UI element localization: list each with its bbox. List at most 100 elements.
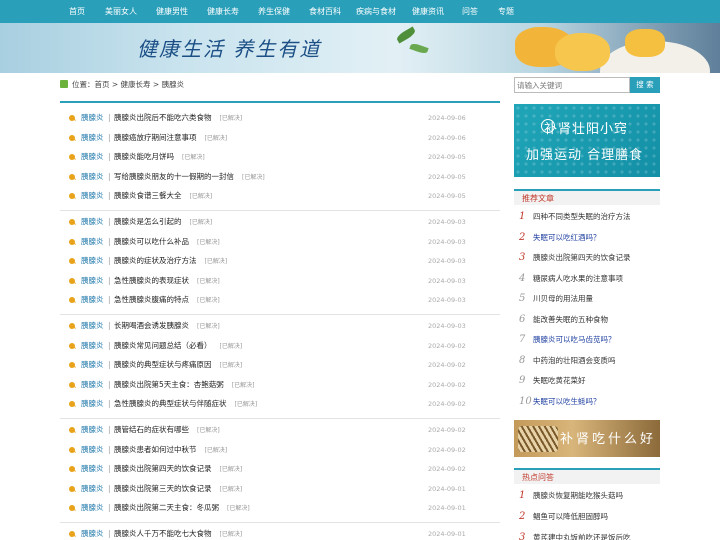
nav-topics[interactable]: 专题 <box>498 0 514 23</box>
article-title[interactable]: 胰腺炎常见问题总结（必看） <box>114 341 212 350</box>
ad-banner-kidney[interactable]: 补肾壮阳小窍 加强运动 合理膳食 <box>514 104 660 177</box>
article-title[interactable]: 急性胰腺炎的典型症状与伴随症状 <box>114 399 227 408</box>
nav-food-encyclopedia[interactable]: 食材百科 <box>309 0 341 23</box>
hot-qa-link[interactable]: 鲳鱼可以降低胆固醇吗 <box>533 507 608 527</box>
nav-health-news[interactable]: 健康资讯 <box>412 0 444 23</box>
recommend-link[interactable]: 能改善失眠的五种食物 <box>533 310 608 330</box>
article-title[interactable]: 胰腺炎出院第5天主食：杏鲍菇粥 <box>114 380 224 389</box>
breadcrumb-text[interactable]: 位置：首页 > 健康长寿 > 胰腺炎 <box>72 80 184 89</box>
rank-number: 2 <box>519 511 526 522</box>
hot-qa-item[interactable]: 2 鲳鱼可以降低胆固醇吗 <box>514 507 660 527</box>
article-title[interactable]: 胰腺炎的症状及治疗方法 <box>114 256 197 265</box>
ad-banner-kidney-food[interactable]: 补肾吃什么好 <box>514 420 660 457</box>
article-category[interactable]: 胰腺炎 <box>81 233 104 251</box>
article-category[interactable]: 胰腺炎 <box>81 421 104 439</box>
article-category[interactable]: 胰腺炎 <box>81 356 104 374</box>
article-status: [已解决] <box>242 173 265 181</box>
article-title[interactable]: 胰腺炎患者如何过中秋节 <box>114 445 197 454</box>
nav-disease-food[interactable]: 疾病与食材 <box>356 0 396 23</box>
recommend-link[interactable]: 失眠吃黄花菜好 <box>533 371 586 391</box>
recommend-item[interactable]: 9 失眠吃黄花菜好 <box>514 371 660 391</box>
article-title-wrap: 胰腺炎是怎么引起的 [已解决] <box>114 213 212 232</box>
article-title[interactable]: 胰腺炎食谱三餐大全 <box>114 191 182 200</box>
article-title[interactable]: 胰腺炎可以吃什么补品 <box>114 237 189 246</box>
separator: | <box>108 256 111 265</box>
search-button[interactable]: 搜 索 <box>630 77 660 93</box>
article-category[interactable]: 胰腺炎 <box>81 148 104 166</box>
article-category[interactable]: 胰腺炎 <box>81 337 104 355</box>
separator: | <box>108 483 111 493</box>
article-category[interactable]: 胰腺炎 <box>81 168 104 186</box>
nav-beauty-women[interactable]: 美丽女人 <box>105 0 137 23</box>
article-title[interactable]: 胰腺炎的典型症状与疼痛原因 <box>114 360 212 369</box>
article-title[interactable]: 胰腺炎能吃月饼吗 <box>114 152 174 161</box>
article-title-wrap: 胰腺炎的症状及治疗方法 [已解决] <box>114 252 227 271</box>
question-icon <box>69 277 75 284</box>
article-title[interactable]: 胰管结石的症状有哪些 <box>114 425 189 434</box>
recommend-item[interactable]: 8 中药泡的壮阳酒会变质吗 <box>514 351 660 371</box>
article-category[interactable]: 胰腺炎 <box>81 499 104 517</box>
article-category[interactable]: 胰腺炎 <box>81 213 104 231</box>
article-row: 胰腺炎 | 急性胰腺炎腹痛的特点 [已解决] 2024-09-03 <box>60 291 500 309</box>
article-date: 2024-09-06 <box>428 133 466 142</box>
recommend-item[interactable]: 6 能改善失眠的五种食物 <box>514 310 660 330</box>
recommend-item[interactable]: 10 失眠可以吃生蚝吗？ <box>514 392 660 412</box>
group-divider <box>60 417 500 419</box>
hot-qa-link[interactable]: 胰腺炎恢复期能吃猴头菇吗 <box>533 486 623 506</box>
article-category[interactable]: 胰腺炎 <box>81 317 104 335</box>
article-category[interactable]: 胰腺炎 <box>81 480 104 498</box>
article-category[interactable]: 胰腺炎 <box>81 441 104 459</box>
search-input[interactable] <box>514 77 630 93</box>
hot-qa-link[interactable]: 黄芪建中丸饭前吃还是饭后吃 <box>533 528 631 540</box>
article-status: [已解决] <box>219 466 243 473</box>
recommend-link[interactable]: 四种不同类型失眠的治疗方法 <box>533 207 631 227</box>
nav-health-care[interactable]: 养生保健 <box>258 0 290 23</box>
article-title-wrap: 胰腺炎出院后不能吃六类食物 [已解决] <box>114 109 242 128</box>
nav-longevity[interactable]: 健康长寿 <box>207 0 239 23</box>
article-date: 2024-09-01 <box>428 484 466 493</box>
article-title[interactable]: 写给胰腺炎朋友的十一假期的一封信 <box>114 172 234 181</box>
article-category[interactable]: 胰腺炎 <box>81 460 104 478</box>
recommend-link[interactable]: 中药泡的壮阳酒会变质吗 <box>533 351 616 371</box>
article-category[interactable]: 胰腺炎 <box>81 376 104 394</box>
recommend-item[interactable]: 5 川贝母的用法用量 <box>514 289 660 309</box>
nav-home[interactable]: 首页 <box>69 0 85 23</box>
article-title[interactable]: 胰腺炎出院第四天的饮食记录 <box>114 464 212 473</box>
article-category[interactable]: 胰腺炎 <box>81 252 104 270</box>
article-category[interactable]: 胰腺炎 <box>81 395 104 413</box>
recommend-link[interactable]: 胰腺炎可以吃马齿苋吗？ <box>533 330 616 350</box>
article-category[interactable]: 胰腺炎 <box>81 187 104 205</box>
article-title[interactable]: 胰腺炎出院后不能吃六类食物 <box>114 113 212 122</box>
separator: | <box>108 275 111 285</box>
hot-qa-item[interactable]: 1 胰腺炎恢复期能吃猴头菇吗 <box>514 486 660 506</box>
article-status: [已解决] <box>182 154 205 161</box>
article-category[interactable]: 胰腺炎 <box>81 291 104 309</box>
recommend-item[interactable]: 1 四种不同类型失眠的治疗方法 <box>514 207 660 227</box>
recommend-link[interactable]: 糖尿病人吃水果的注意事项 <box>533 269 623 289</box>
nav-qa[interactable]: 问答 <box>462 0 478 23</box>
article-category[interactable]: 胰腺炎 <box>81 525 104 540</box>
article-title[interactable]: 急性胰腺炎腹痛的特点 <box>114 295 189 304</box>
article-title[interactable]: 急性胰腺炎的表现症状 <box>114 276 189 285</box>
hot-qa-item[interactable]: 3 黄芪建中丸饭前吃还是饭后吃 <box>514 528 660 540</box>
article-title[interactable]: 长期喝酒会诱发胰腺炎 <box>114 321 189 330</box>
rank-number: 7 <box>519 334 526 345</box>
article-title[interactable]: 胰腺炎是怎么引起的 <box>114 217 182 226</box>
article-status: [已解决] <box>197 277 220 285</box>
article-category[interactable]: 胰腺炎 <box>81 272 104 290</box>
recommend-item[interactable]: 2 失眠可以吃红酒吗？ <box>514 228 660 248</box>
article-title[interactable]: 胰腺炎出院第三天的饮食记录 <box>114 484 212 493</box>
recommend-item[interactable]: 4 糖尿病人吃水果的注意事项 <box>514 269 660 289</box>
article-title[interactable]: 胰腺炎人千万不能吃七大食物 <box>114 529 212 538</box>
recommend-link[interactable]: 川贝母的用法用量 <box>533 289 593 309</box>
article-category[interactable]: 胰腺炎 <box>81 129 104 147</box>
nav-healthy-men[interactable]: 健康男性 <box>156 0 188 23</box>
article-category[interactable]: 胰腺炎 <box>81 109 104 127</box>
article-title[interactable]: 胰腺炎出院第二天主食：冬瓜粥 <box>114 503 219 512</box>
recommend-item[interactable]: 3 胰腺炎出院第四天的饮食记录 <box>514 248 660 268</box>
recommend-link[interactable]: 失眠可以吃红酒吗？ <box>533 228 601 248</box>
recommend-item[interactable]: 7 胰腺炎可以吃马齿苋吗？ <box>514 330 660 350</box>
article-title[interactable]: 胰腺癌放疗期间注意事项 <box>114 133 197 142</box>
recommend-link[interactable]: 失眠可以吃生蚝吗？ <box>533 392 601 412</box>
recommend-link[interactable]: 胰腺炎出院第四天的饮食记录 <box>533 248 631 268</box>
